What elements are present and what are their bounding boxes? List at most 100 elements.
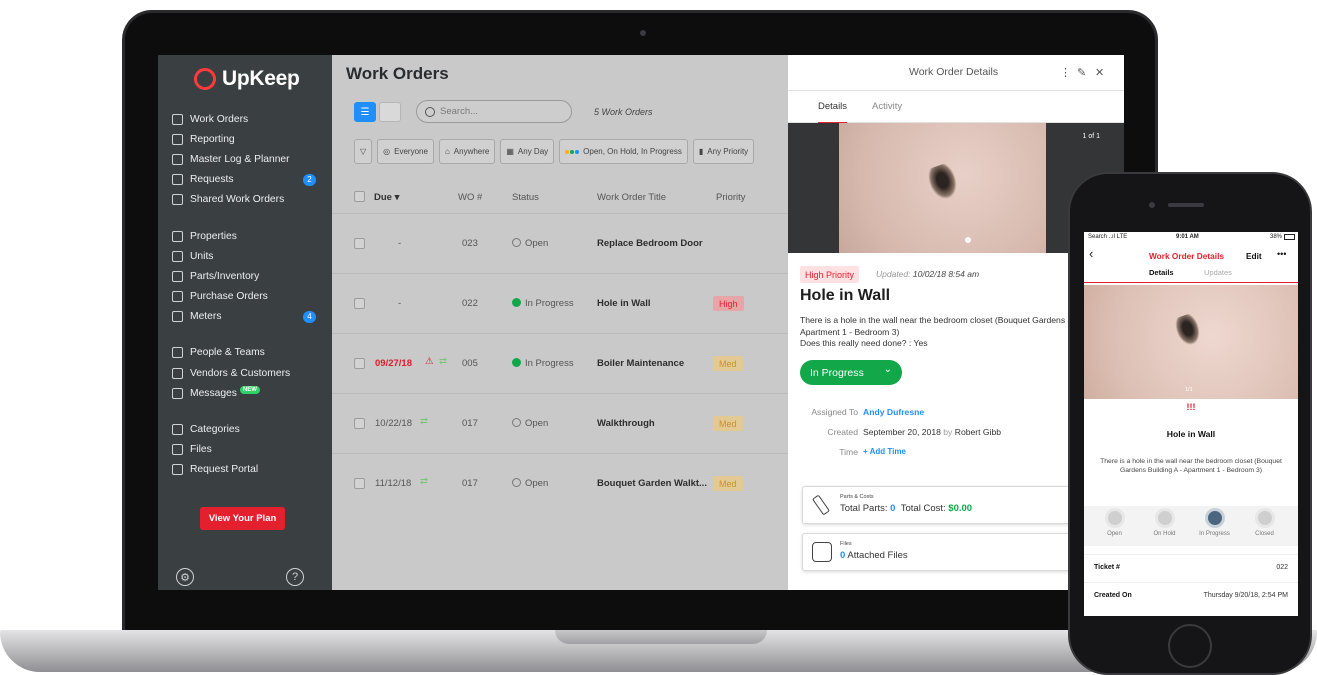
table-row[interactable]: 11/12/18 ⇄ 017 Open Bouquet Garden Walkt…: [332, 453, 788, 515]
filter-status[interactable]: Open, On Hold, In Progress: [559, 139, 688, 164]
back-chevron-icon[interactable]: ‹: [1089, 246, 1093, 261]
sidebar-item-requests[interactable]: Requests 2: [172, 170, 322, 190]
status-cell: Open: [512, 418, 548, 429]
list-view-button[interactable]: ☰: [354, 102, 376, 122]
assigned-user-link[interactable]: Andy Dufresne: [863, 407, 924, 417]
created-label: Created: [827, 427, 858, 437]
status-cell: Open: [512, 238, 548, 249]
pause-state-icon: [1154, 508, 1175, 528]
edit-pencil-icon[interactable]: ✎: [1077, 66, 1086, 79]
sidebar-item-parts-inventory[interactable]: Parts/Inventory: [172, 266, 322, 286]
help-icon[interactable]: ?: [286, 568, 304, 586]
created-on-label: Created On: [1094, 592, 1132, 599]
row-checkbox[interactable]: [354, 358, 365, 369]
more-horizontal-icon[interactable]: •••: [1277, 249, 1286, 259]
tab-details[interactable]: Details: [818, 101, 848, 124]
table-row[interactable]: - 022 In Progress Hole in Wall High: [332, 273, 788, 333]
add-time-link[interactable]: + Add Time: [863, 447, 906, 456]
phone-home-button[interactable]: [1168, 624, 1212, 668]
priority-badge: Med: [713, 356, 743, 371]
sidebar-item-request-portal[interactable]: Request Portal: [172, 460, 322, 480]
sidebar-item-master-log[interactable]: Master Log & Planner: [172, 149, 322, 169]
sidebar-item-reporting[interactable]: Reporting: [172, 129, 322, 149]
status-value: In Progress: [810, 366, 864, 379]
settings-icon[interactable]: ⚙: [176, 568, 194, 586]
laptop-notch: [555, 630, 767, 644]
phone-speaker: [1168, 203, 1204, 207]
filter-date[interactable]: ▦ Any Day: [500, 139, 555, 164]
select-all-checkbox[interactable]: [354, 191, 365, 202]
status-dropdown[interactable]: In Progress ⌄: [800, 360, 902, 385]
time-label: Time: [839, 447, 858, 457]
column-priority[interactable]: Priority: [716, 192, 746, 203]
filter-icon: ▽: [360, 147, 367, 156]
tab-activity[interactable]: Activity: [872, 101, 902, 112]
updated-timestamp: Updated: 10/02/18 8:54 am: [876, 269, 979, 279]
in-progress-status-icon: [512, 358, 521, 367]
document-icon: [172, 291, 183, 303]
phone-tab-updates[interactable]: Updates: [1204, 268, 1232, 277]
sidebar-item-meters[interactable]: Meters 4: [172, 307, 322, 327]
column-title[interactable]: Work Order Title: [597, 192, 666, 203]
filter-location[interactable]: ⌂ Anywhere: [438, 139, 496, 164]
sidebar-item-shared-work-orders[interactable]: Shared Work Orders: [172, 190, 322, 210]
search-input[interactable]: Search...: [416, 100, 572, 123]
created-value: September 20, 2018 by Robert Gibb: [863, 427, 1001, 437]
sidebar-item-label: Parts/Inventory: [190, 270, 260, 282]
phone-wo-title: Hole in Wall: [1166, 429, 1216, 439]
wo-title: Hole in Wall: [597, 298, 651, 309]
column-status[interactable]: Status: [512, 192, 539, 203]
filter-button[interactable]: ▽: [354, 139, 373, 164]
state-on-hold[interactable]: On Hold: [1142, 508, 1187, 537]
carousel-dot[interactable]: [965, 237, 971, 243]
calendar-icon: ▦: [506, 147, 514, 156]
sidebar-item-vendors-customers[interactable]: Vendors & Customers: [172, 363, 322, 383]
close-icon[interactable]: ✕: [1095, 66, 1104, 79]
view-plan-button[interactable]: View Your Plan: [200, 507, 285, 530]
table-row[interactable]: 09/27/18 ⚠ ⇄ 005 In Progress Boiler Main…: [332, 333, 788, 393]
calendar-view-button[interactable]: [379, 102, 401, 122]
phone-photo[interactable]: [1084, 285, 1298, 399]
open-state-icon: [1104, 508, 1125, 528]
phone-tab-details[interactable]: Details: [1149, 268, 1174, 277]
table-row[interactable]: 10/22/18 ⇄ 017 Open Walkthrough Med: [332, 393, 788, 453]
filter-assignee[interactable]: ◎ Everyone: [377, 139, 434, 164]
open-status-icon: [512, 478, 521, 487]
closed-state-icon: [1254, 508, 1275, 528]
wrench-icon: [172, 270, 183, 282]
people-icon: [172, 347, 183, 359]
sidebar-item-files[interactable]: Files: [172, 440, 322, 460]
row-checkbox[interactable]: [354, 478, 365, 489]
sidebar-item-purchase-orders[interactable]: Purchase Orders: [172, 287, 322, 307]
state-in-progress[interactable]: In Progress: [1192, 508, 1237, 537]
ticket-row: Ticket # 022: [1084, 554, 1298, 580]
search-placeholder: Search...: [440, 106, 479, 117]
status-text: Open: [525, 418, 549, 429]
state-open[interactable]: Open: [1092, 508, 1137, 537]
status-text: In Progress: [525, 298, 574, 309]
repeat-icon: ⇄: [420, 476, 428, 487]
state-closed[interactable]: Closed: [1242, 508, 1287, 537]
state-label: Closed: [1255, 531, 1274, 537]
calendar-icon: [172, 153, 183, 165]
filter-priority[interactable]: ▮ Any Priority: [692, 139, 755, 164]
column-wo[interactable]: WO #: [458, 192, 482, 203]
table-row[interactable]: - 023 Open Replace Bedroom Door: [332, 213, 788, 273]
sidebar-item-units[interactable]: Units: [172, 246, 322, 266]
sidebar-item-properties[interactable]: Properties: [172, 226, 322, 246]
column-due[interactable]: Due ▾: [374, 192, 399, 203]
row-checkbox[interactable]: [354, 298, 365, 309]
status-cell: In Progress: [512, 298, 574, 309]
sidebar-item-categories[interactable]: Categories: [172, 419, 322, 439]
sidebar-item-work-orders[interactable]: Work Orders: [172, 109, 322, 129]
row-checkbox[interactable]: [354, 238, 365, 249]
filter-label: Any Day: [517, 147, 549, 156]
logo[interactable]: UpKeep: [194, 67, 300, 91]
phone-edit-button[interactable]: Edit: [1246, 251, 1262, 261]
row-checkbox[interactable]: [354, 418, 365, 429]
sidebar-item-people-teams[interactable]: People & Teams: [172, 343, 322, 363]
sidebar-item-messages[interactable]: Messages NEW: [172, 383, 322, 403]
more-vertical-icon[interactable]: ⋮: [1060, 66, 1071, 79]
